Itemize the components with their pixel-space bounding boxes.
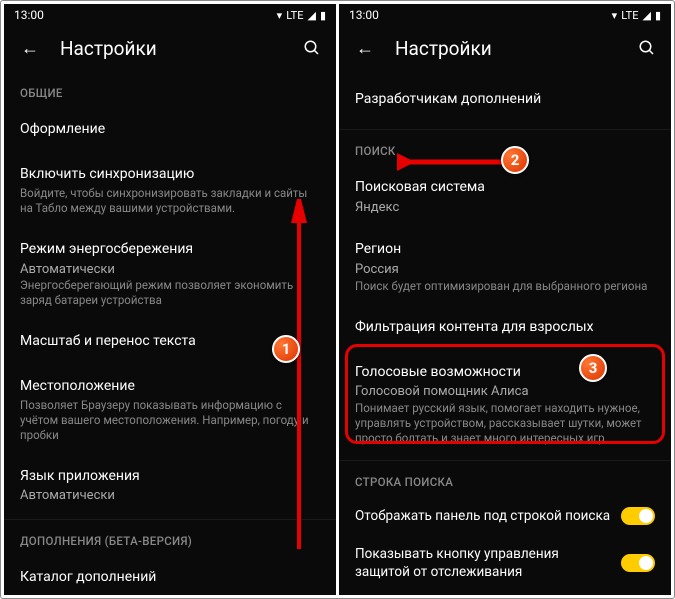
app-bar: ← Настройки	[339, 26, 671, 74]
back-button[interactable]: ←	[18, 36, 42, 60]
signal-icon: ◢	[307, 9, 315, 22]
battery-icon: ▮	[320, 9, 326, 22]
badge-3: 3	[579, 354, 607, 382]
lte-label: LTE	[286, 9, 303, 22]
status-bar: 13:00 ▾ LTE ◢ ▮	[339, 4, 671, 26]
item-devs-right[interactable]: Разработчикам дополнений	[339, 74, 671, 127]
switch-icon[interactable]	[621, 554, 655, 572]
page-title: Настройки	[377, 37, 635, 60]
app-bar: ← Настройки	[4, 26, 336, 74]
badge-1: 1	[272, 335, 300, 363]
lte-label: LTE	[621, 9, 638, 22]
arrow-left-icon	[397, 149, 507, 179]
item-filter[interactable]: Фильтрация контента для взрослых	[339, 306, 671, 351]
status-time: 13:00	[349, 8, 379, 22]
toggle-panel-below[interactable]: Отображать панель под строкой поиска	[339, 497, 671, 535]
arrow-up-icon	[284, 199, 314, 559]
phone-right: 13:00 ▾ LTE ◢ ▮ ← Настройки Разработчика…	[339, 4, 671, 595]
wifi-icon: ▾	[277, 9, 283, 22]
status-bar: 13:00 ▾ LTE ◢ ▮	[4, 4, 336, 26]
item-voice[interactable]: Голосовые возможности Голосовой помощник…	[339, 351, 671, 458]
item-appearance[interactable]: Оформление	[4, 108, 336, 153]
phone-left: 13:00 ▾ LTE ◢ ▮ ← Настройки ОБЩИЕ Оформл…	[4, 4, 336, 595]
item-region[interactable]: Регион Россия Поиск будет оптимизирован …	[339, 228, 671, 305]
signal-icon: ◢	[642, 9, 650, 22]
back-button[interactable]: ←	[353, 36, 377, 60]
page-title: Настройки	[42, 37, 300, 60]
wifi-icon: ▾	[612, 9, 618, 22]
item-catalog[interactable]: Каталог дополнений	[4, 556, 336, 595]
badge-2: 2	[501, 146, 529, 174]
search-button[interactable]	[635, 36, 659, 60]
section-searchbar: СТРОКА ПОИСКА	[339, 463, 671, 497]
toggle-tracking-button[interactable]: Показывать кнопку управления защитой от …	[339, 535, 671, 591]
search-button[interactable]	[300, 36, 324, 60]
section-general: ОБЩИЕ	[4, 74, 336, 108]
switch-icon[interactable]	[621, 507, 655, 525]
status-time: 13:00	[14, 8, 44, 22]
battery-icon: ▮	[655, 9, 661, 22]
